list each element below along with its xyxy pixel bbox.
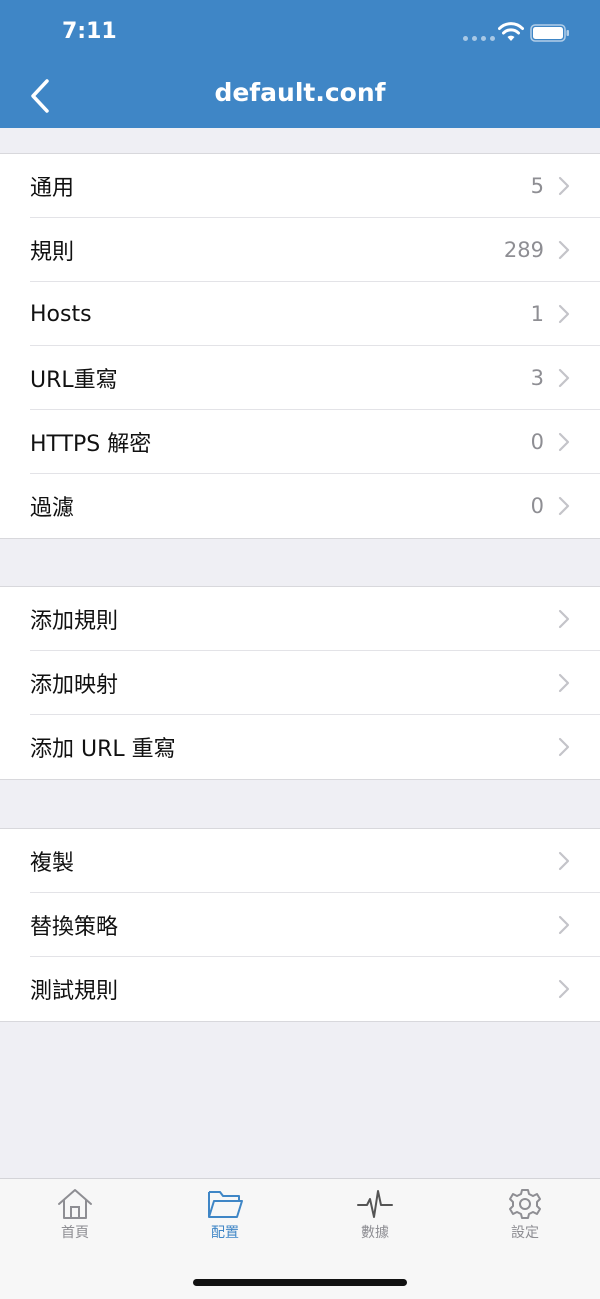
list-item-label: HTTPS 解密 <box>30 432 152 457</box>
chevron-right-icon <box>558 609 570 629</box>
list-item-add-mapping[interactable]: 添加映射 <box>0 651 600 715</box>
chevron-right-icon <box>558 176 570 196</box>
battery-icon <box>530 24 569 42</box>
list-item-copy[interactable]: 複製 <box>0 829 600 893</box>
list-item-label: 添加規則 <box>30 609 119 634</box>
list-item-count: 5 <box>530 174 544 198</box>
list-item-test-rules[interactable]: 測試規則 <box>0 957 600 1021</box>
tab-label: 數據 <box>361 1225 389 1241</box>
page-title: default.conf <box>214 78 386 107</box>
list-item-count: 1 <box>530 302 544 326</box>
chevron-right-icon <box>558 915 570 935</box>
list-item-count: 0 <box>530 430 544 454</box>
tab-home[interactable]: 首頁 <box>0 1187 150 1247</box>
folder-icon <box>208 1191 243 1218</box>
tab-settings[interactable]: 設定 <box>450 1187 600 1247</box>
add-actions-list: 添加規則 添加映射 添加 URL 重寫 <box>0 586 600 780</box>
list-item-add-url-rewrite[interactable]: 添加 URL 重寫 <box>0 715 600 779</box>
tab-config[interactable]: 配置 <box>150 1187 300 1247</box>
chevron-right-icon <box>558 673 570 693</box>
tab-label: 配置 <box>211 1225 239 1241</box>
navigation-header: 7:11 default.conf <box>0 0 600 128</box>
list-item-label: URL重寫 <box>30 368 118 393</box>
chevron-right-icon <box>558 496 570 516</box>
list-item-count: 289 <box>503 238 544 262</box>
chevron-right-icon <box>558 737 570 757</box>
screen: 7:11 default.conf 通用 5 規則 289 Hosts 1 UR… <box>0 0 600 1299</box>
list-item-label: 添加 URL 重寫 <box>30 737 176 762</box>
list-item-count: 3 <box>530 366 544 390</box>
home-indicator <box>193 1279 407 1286</box>
tab-label: 首頁 <box>61 1225 89 1241</box>
tools-list: 複製 替換策略 測試規則 <box>0 828 600 1022</box>
list-item-label: 過濾 <box>30 496 75 521</box>
list-item-label: 測試規則 <box>30 979 119 1004</box>
pulse-icon <box>357 1190 393 1218</box>
list-item-https-decrypt[interactable]: HTTPS 解密 0 <box>0 410 600 474</box>
wifi-icon <box>498 22 524 41</box>
chevron-right-icon <box>558 368 570 388</box>
chevron-right-icon <box>558 240 570 260</box>
back-button[interactable] <box>22 74 58 118</box>
list-item-label: 複製 <box>30 851 75 876</box>
list-item-rules[interactable]: 規則 289 <box>0 218 600 282</box>
tab-data[interactable]: 數據 <box>300 1187 450 1247</box>
list-item-url-rewrite[interactable]: URL重寫 3 <box>0 346 600 410</box>
status-time: 7:11 <box>62 19 117 44</box>
chevron-right-icon <box>558 851 570 871</box>
home-icon <box>58 1189 92 1219</box>
list-item-replace-policy[interactable]: 替換策略 <box>0 893 600 957</box>
list-item-label: 替換策略 <box>30 915 119 940</box>
list-item-general[interactable]: 通用 5 <box>0 154 600 218</box>
config-sections-list: 通用 5 規則 289 Hosts 1 URL重寫 3 HTTPS 解密 0 過… <box>0 153 600 539</box>
gear-icon <box>509 1189 541 1219</box>
tab-label: 設定 <box>511 1225 539 1241</box>
chevron-left-icon <box>31 79 49 113</box>
list-item-label: 通用 <box>30 176 75 201</box>
list-item-hosts[interactable]: Hosts 1 <box>0 282 600 346</box>
list-item-label: 添加映射 <box>30 673 119 698</box>
list-item-count: 0 <box>530 494 544 518</box>
list-item-label: 規則 <box>30 240 75 265</box>
chevron-right-icon <box>558 432 570 452</box>
chevron-right-icon <box>558 304 570 324</box>
signal-dots-icon <box>463 36 495 41</box>
chevron-right-icon <box>558 979 570 999</box>
list-item-add-rule[interactable]: 添加規則 <box>0 587 600 651</box>
list-item-filter[interactable]: 過濾 0 <box>0 474 600 538</box>
list-item-label: Hosts <box>30 301 92 327</box>
